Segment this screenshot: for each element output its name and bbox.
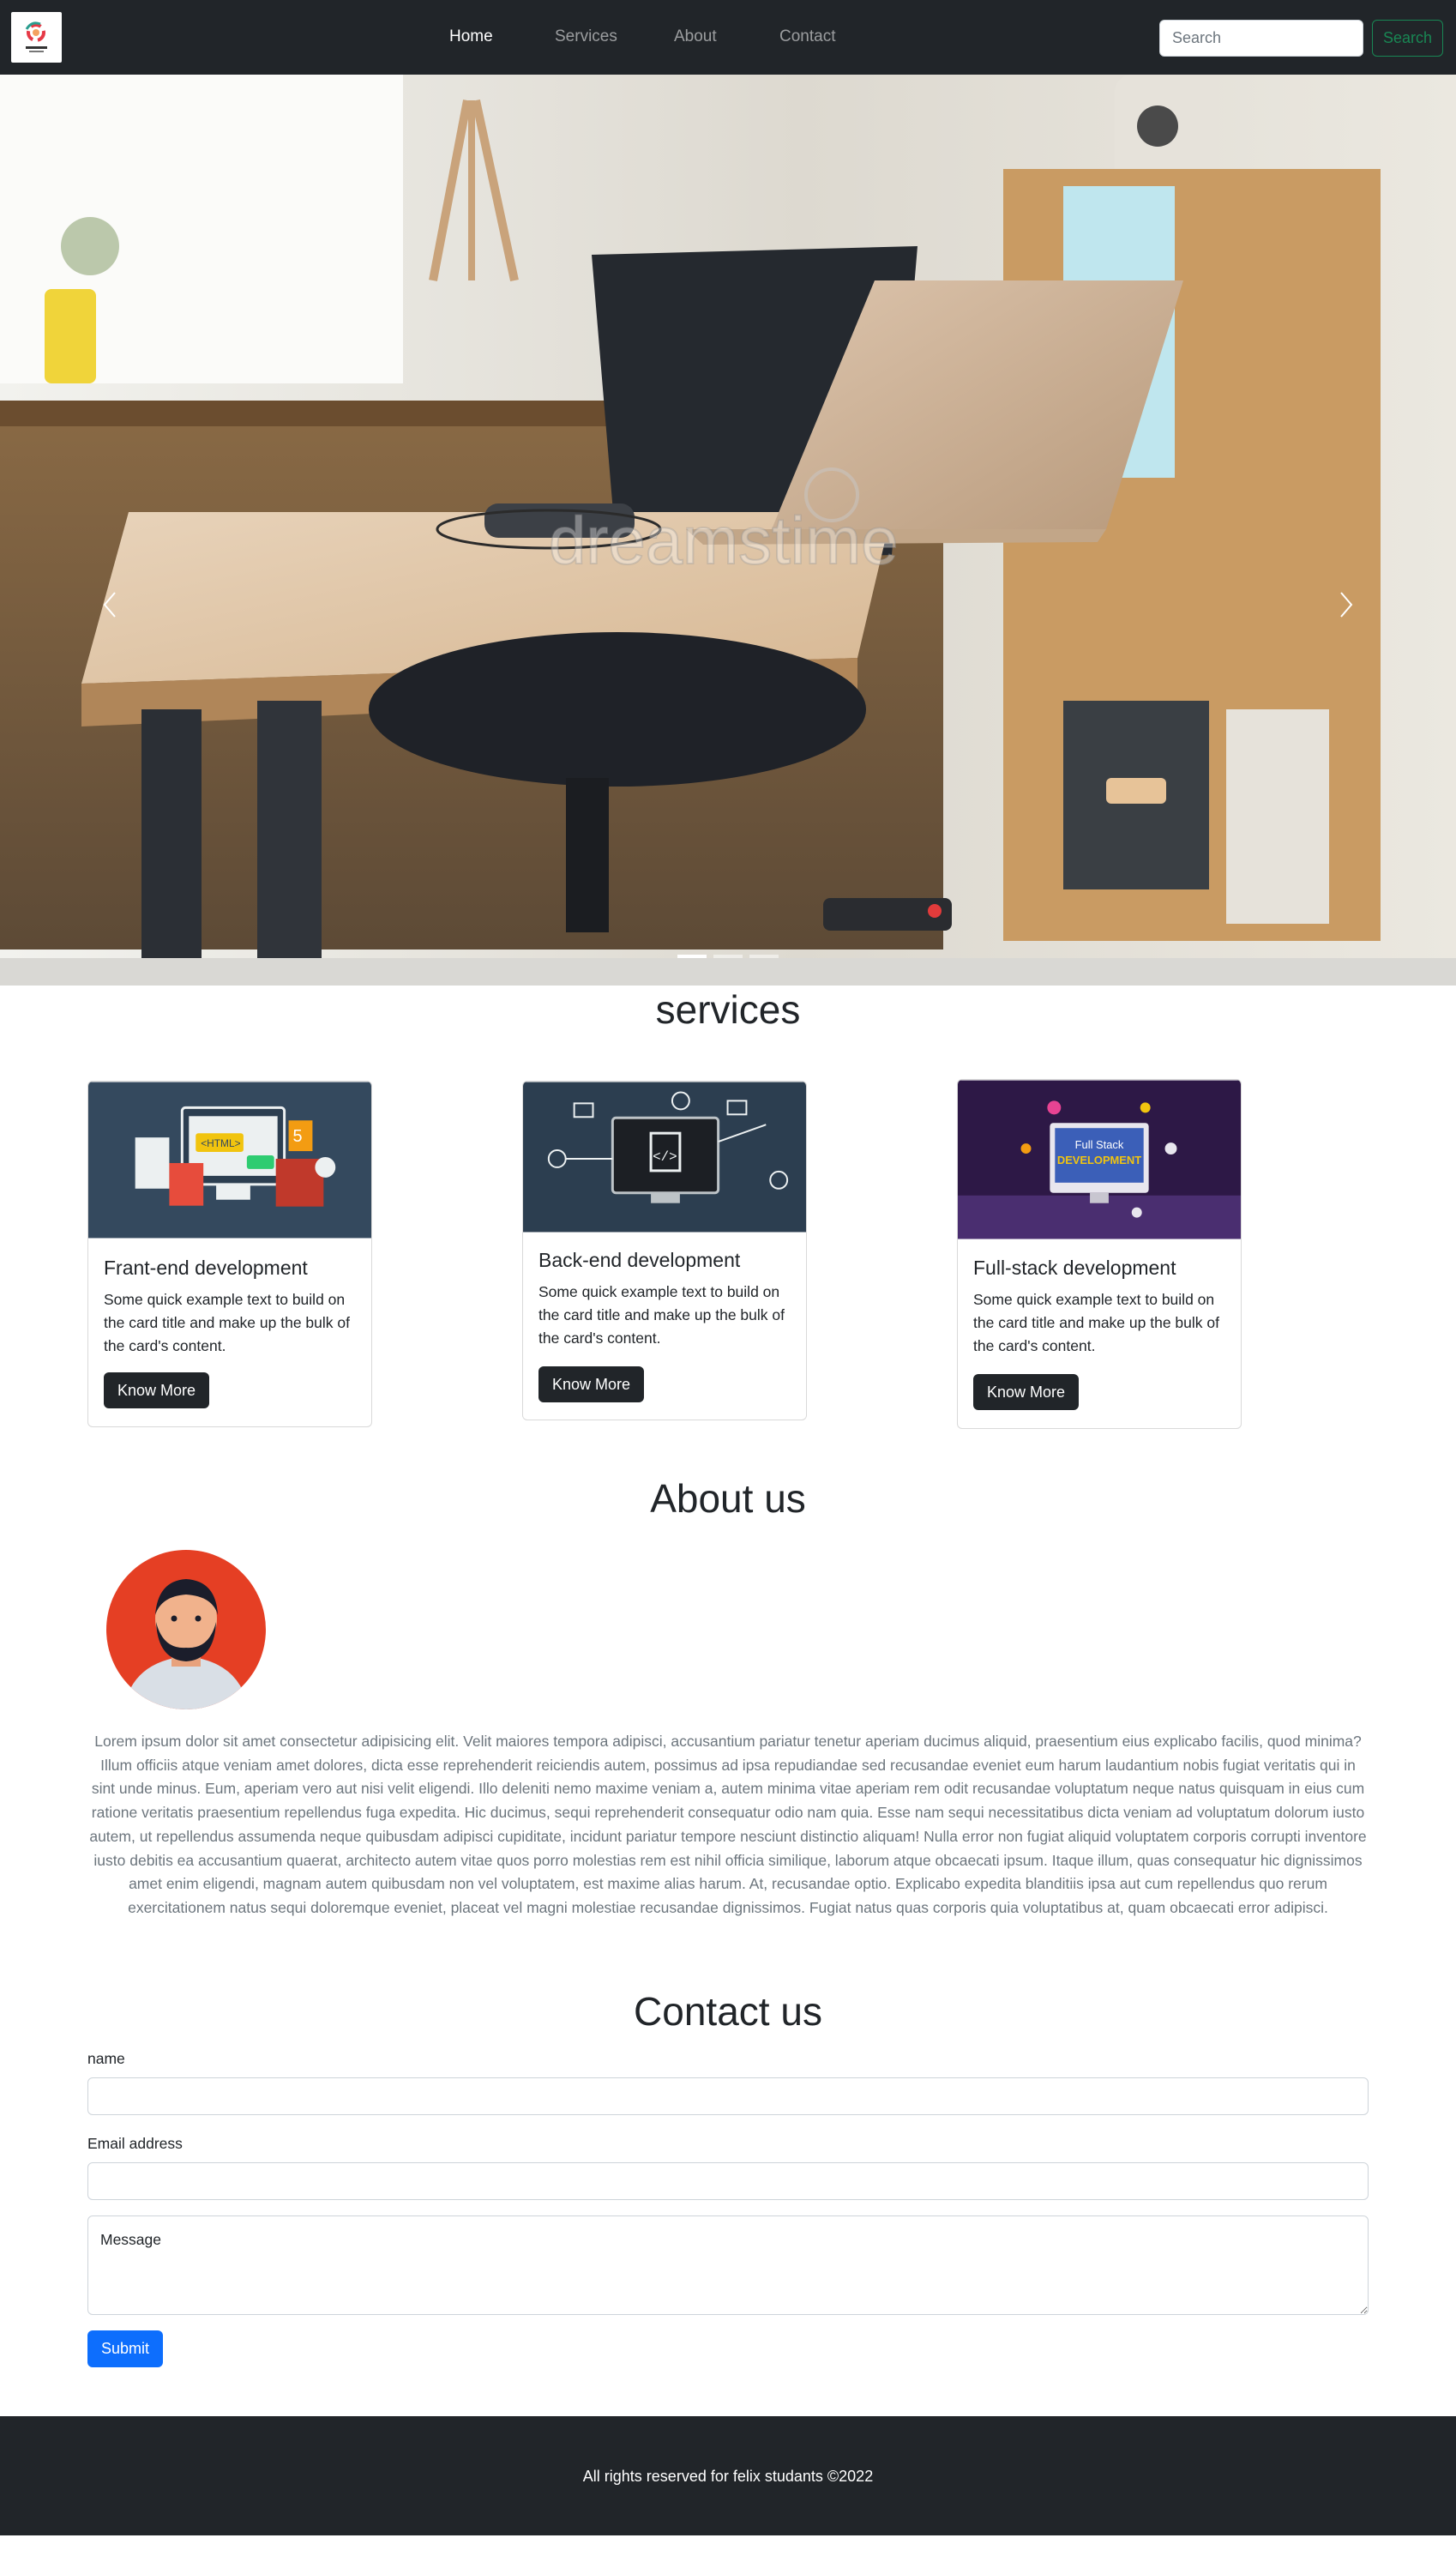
carousel-indicator-1[interactable]	[677, 955, 707, 958]
card-text: Some quick example text to build on the …	[104, 1291, 350, 1354]
nav-link-about[interactable]: About	[674, 27, 717, 46]
service-card-fullstack: Full Stack DEVELOPMENT Full-stack develo…	[957, 1079, 1242, 1429]
carousel-indicator-3[interactable]	[749, 955, 779, 958]
footer: All rights reserved for felix studants ©…	[0, 2416, 1456, 2535]
navbar: Home Services About Contact Search	[0, 0, 1456, 75]
chevron-left-icon[interactable]	[93, 579, 127, 630]
nav-link-home[interactable]: Home	[449, 27, 493, 46]
about-text: Lorem ipsum dolor sit amet consectetur a…	[89, 1733, 1367, 1916]
nav-link-contact[interactable]: Contact	[779, 27, 835, 46]
card-title: Full-stack development	[973, 1257, 1176, 1279]
submit-button[interactable]: Submit	[87, 2330, 163, 2367]
card-text: Some quick example text to build on the …	[973, 1291, 1219, 1354]
image-caption-line1: Full Stack	[1075, 1138, 1124, 1151]
svg-text:5: 5	[293, 1127, 303, 1146]
company-logo-icon[interactable]	[11, 12, 62, 63]
message-textarea[interactable]	[87, 2215, 1369, 2315]
name-field[interactable]	[87, 2077, 1369, 2115]
web-frontend-illustration: <HTML> 5	[88, 1082, 371, 1239]
bearded-man-avatar	[106, 1550, 266, 1709]
image-caption-line2: DEVELOPMENT	[1057, 1154, 1141, 1166]
hero-carousel: dreamstime	[0, 75, 1456, 986]
email-label: Email address	[87, 2135, 183, 2152]
code-monitor-illustration: </>	[523, 1082, 806, 1233]
search-input[interactable]	[1159, 20, 1363, 57]
about-title: About us	[650, 1476, 806, 1521]
services-title: services	[655, 987, 801, 1032]
email-field[interactable]	[87, 2162, 1369, 2200]
name-label: name	[87, 2050, 125, 2067]
office-desk-laptop-photo: dreamstime	[0, 75, 1456, 986]
carousel-indicator-2[interactable]	[713, 955, 743, 958]
know-more-button[interactable]: Know More	[104, 1372, 209, 1408]
svg-text:<HTML>: <HTML>	[201, 1137, 240, 1149]
fullstack-monitor-illustration: Full Stack DEVELOPMENT	[958, 1080, 1241, 1239]
card-title: Frant-end development	[104, 1257, 308, 1279]
footer-text: All rights reserved for felix studants ©…	[582, 2468, 874, 2485]
svg-text:dreamstime: dreamstime	[549, 503, 898, 578]
card-text: Some quick example text to build on the …	[538, 1283, 785, 1347]
nav-link-services[interactable]: Services	[555, 27, 617, 46]
service-card-backend: </> Back-end development Some quick exam…	[522, 1081, 807, 1420]
svg-text:</>: </>	[653, 1149, 677, 1165]
search-button[interactable]: Search	[1372, 20, 1443, 57]
chevron-right-icon[interactable]	[1329, 579, 1363, 630]
know-more-button[interactable]: Know More	[538, 1366, 644, 1402]
contact-title: Contact us	[634, 1989, 822, 2034]
service-card-frontend: <HTML> 5 Frant-end development Some quic…	[87, 1081, 372, 1427]
card-title: Back-end development	[538, 1249, 741, 1271]
know-more-button[interactable]: Know More	[973, 1374, 1079, 1410]
